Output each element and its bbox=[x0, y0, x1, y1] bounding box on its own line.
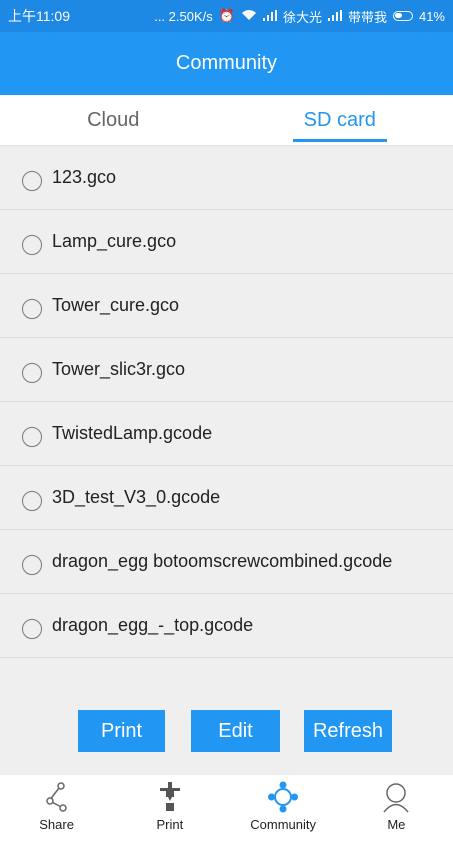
nav-community[interactable]: Community bbox=[227, 775, 340, 843]
file-name: Tower_cure.gco bbox=[52, 295, 180, 315]
file-name: Lamp_cure.gco bbox=[52, 231, 177, 251]
list-item[interactable]: dragon_egg botoomscrewcombined.gcode bbox=[0, 530, 453, 594]
share-icon bbox=[45, 782, 67, 812]
status-indicators: ... 2.50K/s ⏰ 徐大光 带带我 41% bbox=[154, 7, 445, 26]
carrier-1: 徐大光 bbox=[282, 9, 322, 25]
network-speed: ... 2.50K/s bbox=[154, 8, 213, 24]
person-icon bbox=[383, 783, 409, 813]
file-name: TwistedLamp.gcode bbox=[52, 423, 213, 443]
battery-level: 41% bbox=[418, 8, 445, 24]
file-list: 123.gco Lamp_cure.gco Tower_cure.gco Tow… bbox=[0, 146, 453, 658]
list-item[interactable]: 3D_test_V3_0.gcode bbox=[0, 466, 453, 530]
file-name: dragon_egg botoomscrewcombined.gcode bbox=[52, 551, 393, 571]
tab-cloud[interactable]: Cloud bbox=[0, 95, 227, 145]
nav-me[interactable]: Me bbox=[340, 775, 453, 843]
list-item[interactable]: Tower_cure.gco bbox=[0, 274, 453, 338]
radio-button[interactable] bbox=[22, 234, 42, 255]
radio-button[interactable] bbox=[22, 490, 42, 511]
list-item[interactable]: dragon_egg_-_top.gcode bbox=[0, 594, 453, 658]
edit-button[interactable]: Edit bbox=[191, 710, 280, 752]
nav-share-label: Share bbox=[39, 817, 74, 832]
nav-share[interactable]: Share bbox=[0, 775, 113, 843]
file-name: dragon_egg_-_top.gcode bbox=[52, 615, 254, 635]
tab-bar: Cloud SD card bbox=[0, 95, 453, 146]
radio-button[interactable] bbox=[22, 298, 42, 319]
alarm-icon: ⏰ bbox=[218, 8, 235, 23]
app-bar: Community bbox=[0, 32, 453, 95]
radio-button[interactable] bbox=[22, 618, 42, 639]
list-item[interactable]: Tower_slic3r.gco bbox=[0, 338, 453, 402]
community-icon bbox=[268, 781, 299, 813]
tab-sd-card[interactable]: SD card bbox=[227, 95, 453, 145]
nav-print[interactable]: Print bbox=[113, 775, 226, 843]
nav-print-label: Print bbox=[156, 817, 184, 832]
signal-icon bbox=[262, 9, 277, 24]
printer-icon bbox=[159, 782, 180, 811]
radio-button[interactable] bbox=[22, 362, 42, 383]
file-name: Tower_slic3r.gco bbox=[52, 359, 186, 379]
refresh-button[interactable]: Refresh bbox=[304, 710, 392, 752]
status-time: 上午11:09 bbox=[8, 8, 70, 24]
list-item[interactable]: Lamp_cure.gco bbox=[0, 210, 453, 274]
list-item[interactable]: 123.gco bbox=[0, 146, 453, 210]
page-title: Community bbox=[175, 52, 278, 74]
battery-icon bbox=[392, 11, 413, 21]
file-name: 123.gco bbox=[52, 167, 117, 187]
signal-icon bbox=[327, 9, 342, 24]
print-button[interactable]: Print bbox=[78, 710, 165, 752]
file-name: 3D_test_V3_0.gcode bbox=[52, 487, 221, 507]
radio-button[interactable] bbox=[22, 426, 42, 447]
status-bar: 上午11:09 ... 2.50K/s ⏰ 徐大光 带带我 41% bbox=[0, 0, 453, 32]
nav-community-label: Community bbox=[250, 817, 316, 832]
radio-button[interactable] bbox=[22, 554, 42, 575]
wifi-icon bbox=[241, 9, 257, 24]
bottom-navigation: Share Print Community Me bbox=[0, 775, 453, 843]
list-item[interactable]: TwistedLamp.gcode bbox=[0, 402, 453, 466]
carrier-2: 带带我 bbox=[347, 9, 387, 25]
radio-button[interactable] bbox=[22, 170, 42, 191]
action-bar: Print Edit Refresh bbox=[0, 710, 453, 752]
nav-me-label: Me bbox=[387, 817, 406, 832]
